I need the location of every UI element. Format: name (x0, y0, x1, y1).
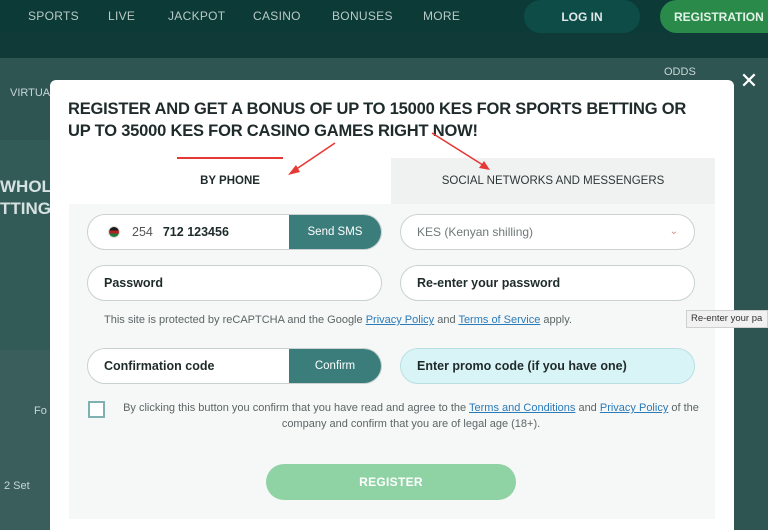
confirm-button[interactable]: Confirm (289, 349, 381, 383)
phone-field[interactable]: 254 712 123456 Send SMS (87, 214, 382, 250)
close-icon[interactable]: ✕ (738, 70, 760, 92)
registration-tabs: BY PHONE SOCIAL NETWORKS AND MESSENGERS (69, 158, 715, 204)
bg-betting-text: TTING (0, 199, 51, 218)
captcha-and: and (434, 314, 459, 326)
kenya-flag-icon (108, 226, 120, 238)
promo-placeholder: Enter promo code (if you have one) (417, 359, 627, 373)
agreement-text: By clicking this button you confirm that… (116, 400, 706, 432)
password-input[interactable]: Password (87, 265, 382, 301)
agreement-privacy-link[interactable]: Privacy Policy (600, 402, 668, 414)
background-right-panel (734, 58, 768, 530)
nav-bonuses[interactable]: BONUSES (332, 9, 393, 23)
confirmation-placeholder: Confirmation code (104, 359, 215, 373)
privacy-policy-link[interactable]: Privacy Policy (366, 314, 434, 326)
agreement-prefix: By clicking this button you confirm that… (123, 402, 469, 414)
top-nav: SPORTS LIVE JACKPOT CASINO BONUSES MORE … (0, 0, 768, 33)
tab-social-networks[interactable]: SOCIAL NETWORKS AND MESSENGERS (391, 158, 715, 204)
bg-set-text: 2 Set (4, 480, 30, 492)
nav-casino[interactable]: CASINO (253, 9, 301, 23)
login-button[interactable]: LOG IN (524, 0, 640, 33)
currency-value: KES (Kenyan shilling) (417, 225, 534, 239)
background-left-panel (0, 140, 50, 350)
tab-by-phone[interactable]: BY PHONE (69, 158, 391, 204)
nav-sports[interactable]: SPORTS (28, 9, 79, 23)
modal-title: REGISTER AND GET A BONUS OF UP TO 15000 … (68, 100, 687, 140)
tab-active-indicator (177, 157, 283, 159)
phone-country-code: 254 (132, 225, 153, 239)
currency-select[interactable]: KES (Kenyan shilling) ⌄ (400, 214, 695, 250)
terms-of-service-link[interactable]: Terms of Service (458, 314, 540, 326)
nav-jackpot[interactable]: JACKPOT (168, 9, 225, 23)
agreement-and: and (575, 402, 600, 414)
repassword-placeholder: Re-enter your password (417, 276, 561, 290)
nav-live[interactable]: LIVE (108, 9, 135, 23)
terms-conditions-link[interactable]: Terms and Conditions (469, 402, 575, 414)
tooltip: Re-enter your pa (686, 310, 768, 328)
confirmation-code-input[interactable]: Confirmation code Confirm (87, 348, 382, 384)
registration-button[interactable]: REGISTRATION (660, 0, 768, 33)
nav-more[interactable]: MORE (423, 9, 460, 23)
chevron-down-icon: ⌄ (669, 226, 678, 237)
phone-number-input[interactable]: 712 123456 (163, 225, 229, 239)
register-button[interactable]: REGISTER (266, 464, 516, 500)
bg-fo-text: Fo (34, 405, 47, 417)
password-placeholder: Password (104, 276, 164, 290)
captcha-suffix: apply. (540, 314, 572, 326)
send-sms-button[interactable]: Send SMS (289, 215, 381, 249)
captcha-note: This site is protected by reCAPTCHA and … (104, 314, 572, 326)
agree-checkbox[interactable] (88, 401, 105, 418)
promo-code-input[interactable]: Enter promo code (if you have one) (400, 348, 695, 384)
captcha-prefix: This site is protected by reCAPTCHA and … (104, 314, 366, 326)
bg-odds-text: ODDS (664, 66, 696, 78)
repassword-input[interactable]: Re-enter your password (400, 265, 695, 301)
bg-virtual-text: VIRTUA (10, 87, 51, 99)
background-left-lower (0, 350, 50, 530)
